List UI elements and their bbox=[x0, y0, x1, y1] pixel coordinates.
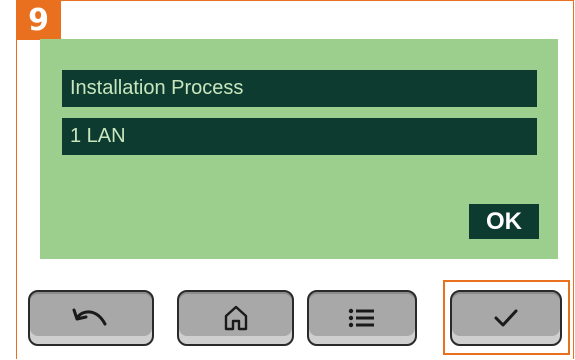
home-button[interactable] bbox=[177, 290, 294, 346]
checkmark-icon bbox=[491, 306, 521, 330]
device-screen: Installation Process 1 LAN OK bbox=[40, 39, 558, 259]
menu-button[interactable] bbox=[307, 290, 417, 346]
screen-title: Installation Process bbox=[62, 70, 537, 107]
confirm-button[interactable] bbox=[450, 290, 562, 346]
back-button[interactable] bbox=[28, 290, 154, 346]
step-number-badge: 9 bbox=[16, 0, 61, 40]
menu-list-icon bbox=[347, 306, 377, 330]
back-arrow-icon bbox=[71, 306, 111, 330]
ok-softkey-label[interactable]: OK bbox=[469, 204, 539, 239]
home-icon bbox=[223, 304, 249, 332]
menu-item-selected[interactable]: 1 LAN bbox=[62, 118, 537, 155]
